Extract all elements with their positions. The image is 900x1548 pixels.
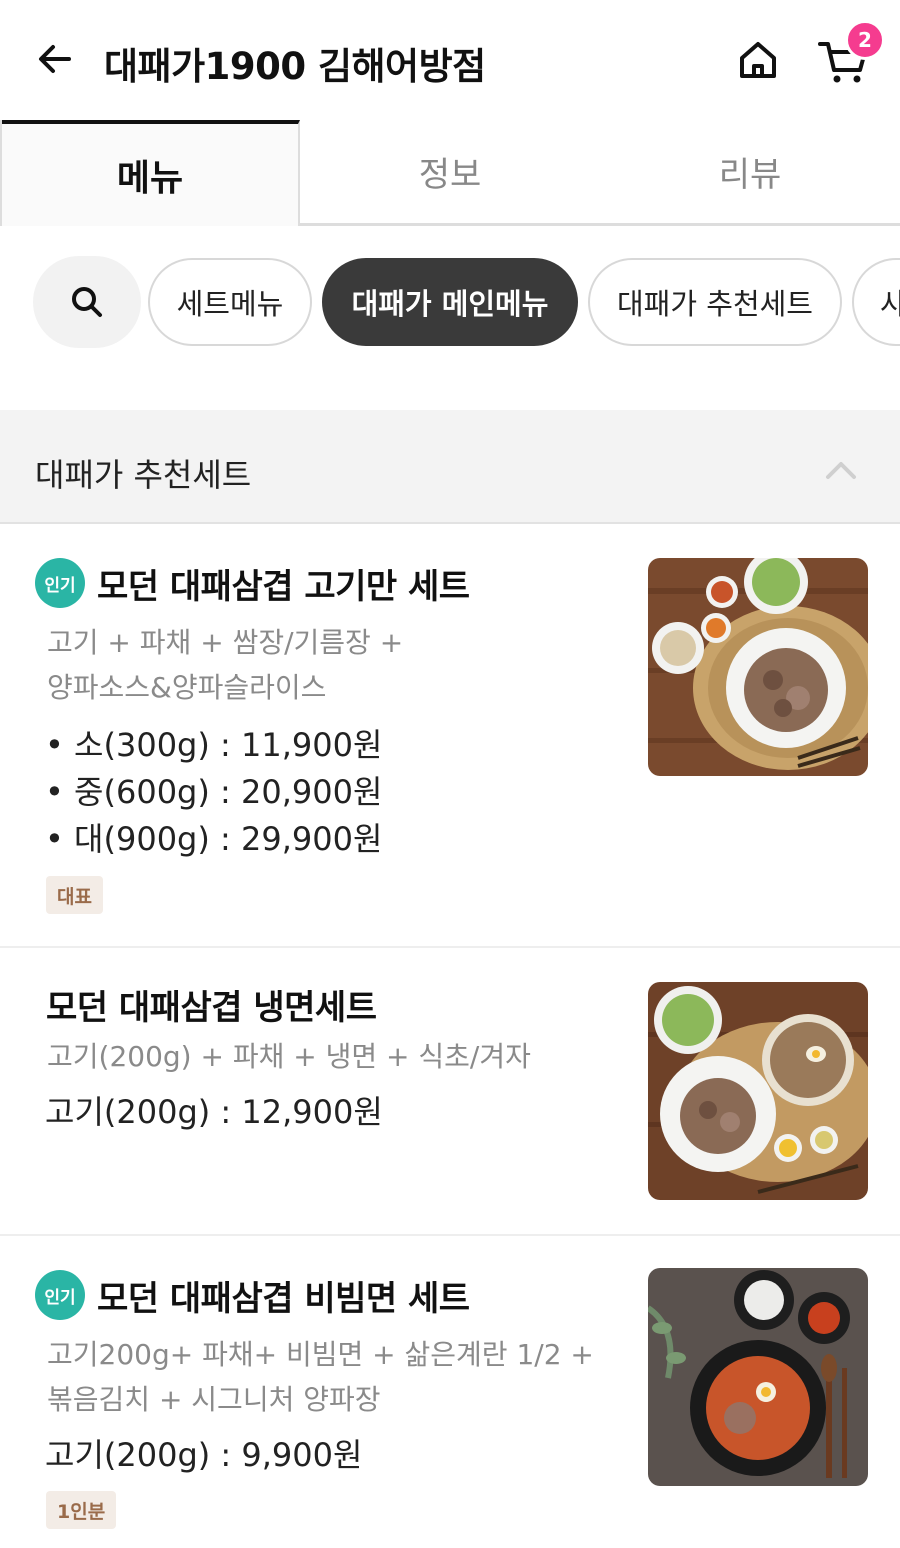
app-header: 대패가1900 김해어방점 2 xyxy=(0,0,900,120)
chip-main-menu[interactable]: 대패가 메인메뉴 xyxy=(322,258,578,346)
item-prices: 고기(200g) : 9,900원 xyxy=(45,1432,362,1479)
price-line: • 중(600g) : 20,900원 xyxy=(45,773,383,811)
home-icon[interactable] xyxy=(732,34,784,86)
chevron-up-icon[interactable] xyxy=(822,452,860,490)
item-title-row: 인기 모던 대패삼겹 고기만 세트 xyxy=(35,558,470,608)
chip-set-menu[interactable]: 세트메뉴 xyxy=(148,258,312,346)
item-prices: 고기(200g) : 12,900원 xyxy=(45,1089,383,1136)
section-title: 대패가 추천세트 xyxy=(35,456,252,494)
popular-badge: 인기 xyxy=(35,1270,85,1320)
tab-info[interactable]: 정보 xyxy=(300,120,600,226)
item-name: 모던 대패삼겹 비빔면 세트 xyxy=(97,1278,470,1319)
store-title: 대패가1900 김해어방점 xyxy=(104,45,486,88)
item-description: 고기200g+ 파채+ 비빔면 + 삶은계란 1/2 + 볶음김치 + 시그니처… xyxy=(47,1338,594,1416)
item-prices: • 소(300g) : 11,900원 • 중(600g) : 20,900원 … xyxy=(45,722,382,863)
menu-item[interactable]: 인기 모던 대패삼겹 비빔면 세트 고기200g+ 파채+ 비빔면 + 삶은계란… xyxy=(0,1238,900,1548)
tab-bar: 메뉴 정보 리뷰 xyxy=(0,120,900,226)
item-tag: 1인분 xyxy=(46,1491,117,1529)
item-description: 고기(200g) + 파채 + 냉면 + 식초/겨자 xyxy=(47,1040,531,1073)
popular-badge: 인기 xyxy=(35,558,85,608)
category-chips: 세트메뉴 대패가 메인메뉴 대패가 추천세트 사 xyxy=(0,256,900,348)
item-title-row: 인기 모던 대패삼겹 비빔면 세트 xyxy=(35,1270,470,1320)
price-line: • 소(300g) : 11,900원 xyxy=(45,726,383,764)
menu-item[interactable]: 인기 모던 대패삼겹 고기만 세트 고기 + 파채 + 쌈장/기름장 + 양파소… xyxy=(0,526,900,948)
item-photo xyxy=(648,982,868,1200)
price-line: 고기(200g) : 9,900원 xyxy=(45,1436,363,1474)
item-photo xyxy=(648,1268,868,1486)
tab-menu[interactable]: 메뉴 xyxy=(2,120,300,226)
chip-next-partial[interactable]: 사 xyxy=(852,258,900,346)
search-icon xyxy=(72,287,102,317)
item-name: 모던 대패삼겹 냉면세트 xyxy=(46,988,377,1028)
item-photo xyxy=(648,558,868,776)
tab-reviews[interactable]: 리뷰 xyxy=(600,120,900,226)
item-title-row: 모던 대패삼겹 냉면세트 xyxy=(46,980,377,1029)
price-line: 고기(200g) : 12,900원 xyxy=(45,1093,383,1131)
menu-item[interactable]: 모던 대패삼겹 냉면세트 고기(200g) + 파채 + 냉면 + 식초/겨자 … xyxy=(0,950,900,1236)
item-name: 모던 대패삼겹 고기만 세트 xyxy=(97,566,470,607)
item-tag: 대표 xyxy=(46,876,103,914)
item-description: 고기 + 파채 + 쌈장/기름장 + 양파소스&양파슬라이스 xyxy=(47,626,404,704)
search-button[interactable] xyxy=(33,256,141,348)
price-line: • 대(900g) : 29,900원 xyxy=(45,820,383,858)
chip-recommended-set[interactable]: 대패가 추천세트 xyxy=(588,258,842,346)
back-arrow-icon[interactable] xyxy=(30,34,80,84)
section-header[interactable]: 대패가 추천세트 xyxy=(0,410,900,524)
cart-count-badge: 2 xyxy=(845,20,885,60)
